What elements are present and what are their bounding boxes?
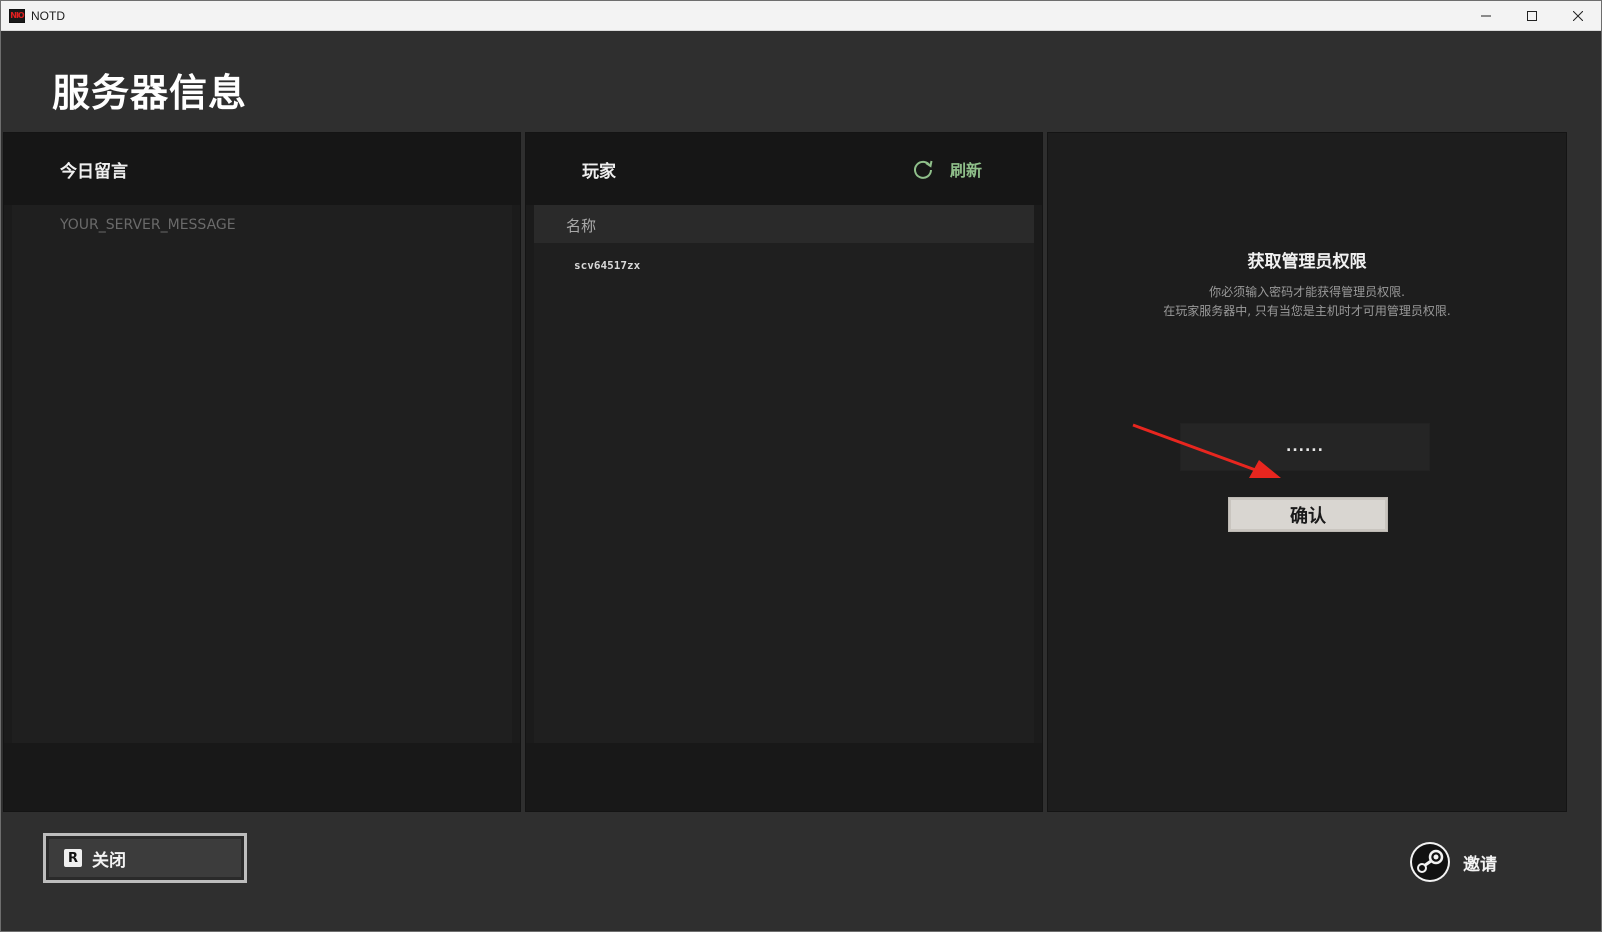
players-list[interactable]: 名称 scv64517zx <box>534 205 1034 745</box>
motd-panel-header: 今日留言 <box>4 133 520 205</box>
app-window: NIO NOTD 服务器信息 今日留言 YOUR_SERVER_MESSAGE <box>0 0 1602 932</box>
invite-label: 邀请 <box>1463 854 1497 875</box>
invite-button[interactable]: 邀请 <box>1409 841 1497 883</box>
close-window-button[interactable] <box>1555 1 1601 31</box>
player-row[interactable]: scv64517zx <box>534 253 1034 281</box>
server-message: YOUR_SERVER_MESSAGE <box>60 217 236 233</box>
refresh-button[interactable]: 刷新 <box>912 157 982 181</box>
refresh-label: 刷新 <box>949 161 982 180</box>
admin-description-line1: 你必须输入密码才能获得管理员权限. <box>1209 285 1405 299</box>
players-panel-header: 玩家 刷新 <box>526 133 1042 205</box>
app-logo-icon: NIO <box>9 8 25 23</box>
motd-panel-footer <box>4 743 520 811</box>
minimize-icon <box>1481 15 1491 17</box>
maximize-button[interactable] <box>1509 1 1555 31</box>
steam-icon <box>1410 842 1450 882</box>
close-button[interactable]: R 关闭 <box>43 833 247 883</box>
players-panel-footer <box>526 743 1042 811</box>
r-key-badge: R <box>64 849 82 867</box>
page-title: 服务器信息 <box>52 71 248 115</box>
column-header-label: 名称 <box>566 217 597 235</box>
refresh-icon <box>913 160 933 179</box>
minimize-button[interactable] <box>1463 1 1509 31</box>
motd-panel-title: 今日留言 <box>60 162 128 182</box>
maximize-icon <box>1527 11 1537 21</box>
players-panel-title: 玩家 <box>582 162 616 182</box>
window-controls <box>1463 1 1601 31</box>
annotation-arrow-icon <box>1132 423 1281 478</box>
close-icon <box>1573 11 1583 21</box>
close-label: 关闭 <box>92 850 126 871</box>
admin-title: 获取管理员权限 <box>1247 252 1367 272</box>
confirm-button[interactable]: 确认 <box>1228 497 1388 532</box>
title-bar: NIO NOTD <box>1 1 1601 31</box>
players-panel: 玩家 刷新 名称 scv64517zx <box>525 132 1043 812</box>
admin-description-line2: 在玩家服务器中, 只有当您是主机时才可用管理员权限. <box>1163 304 1451 318</box>
motd-panel-body[interactable]: YOUR_SERVER_MESSAGE <box>12 205 512 745</box>
column-header-name[interactable]: 名称 <box>534 205 1034 243</box>
main-content: 服务器信息 今日留言 YOUR_SERVER_MESSAGE 玩家 刷新 名称 … <box>1 32 1601 931</box>
window-title: NOTD <box>31 8 65 23</box>
motd-panel: 今日留言 YOUR_SERVER_MESSAGE <box>3 132 521 812</box>
player-name: scv64517zx <box>574 259 641 272</box>
